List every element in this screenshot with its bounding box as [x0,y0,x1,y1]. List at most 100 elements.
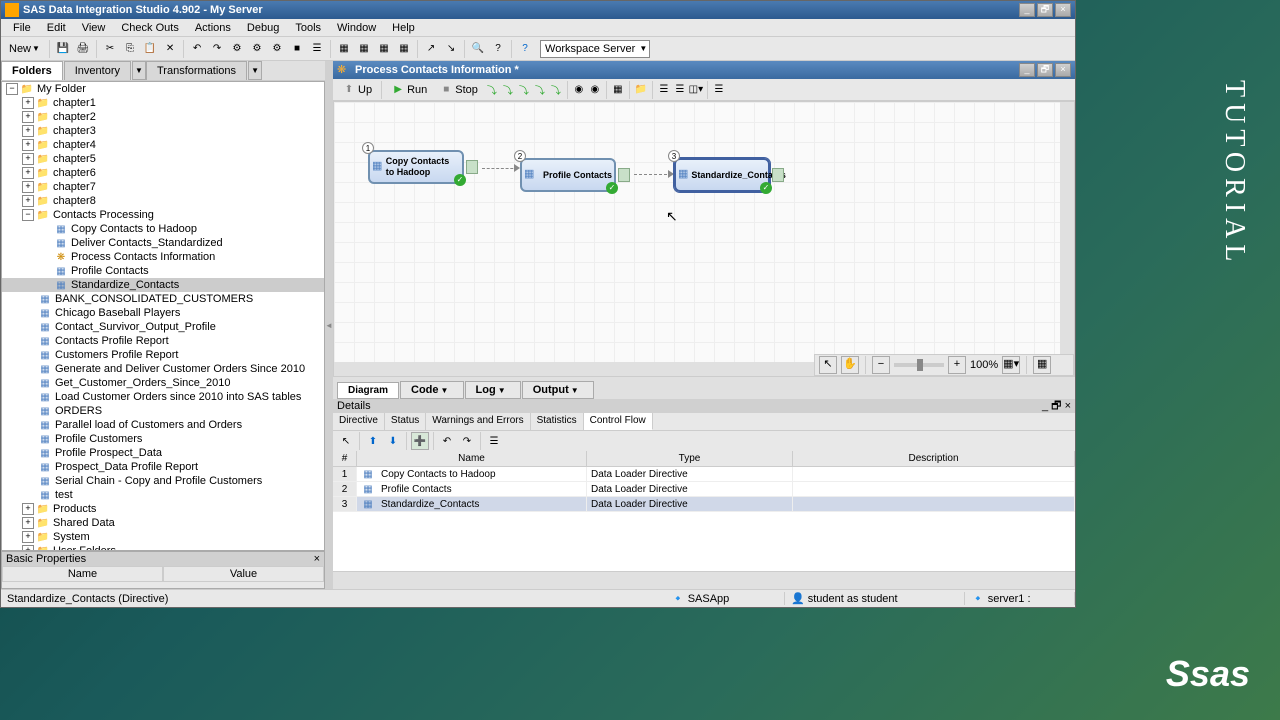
node-copy-contacts[interactable]: 1 ▦ Copy Contacts to Hadoop ✓ [368,150,464,184]
dtab-statistics[interactable]: Statistics [531,413,584,430]
stop-button[interactable]: ■Stop [434,81,483,99]
tool-icon[interactable]: ◉ [572,83,586,97]
redo-icon[interactable]: ↷ [208,40,226,58]
tool-icon[interactable]: ⚙ [228,40,246,58]
tree-folder[interactable]: +📁chapter4 [2,138,324,152]
workspace-server-combo[interactable]: Workspace Server [540,40,650,58]
col-type[interactable]: Type [587,451,793,466]
list-icon[interactable]: ☰ [485,432,503,450]
tree-folder[interactable]: +📁chapter6 [2,166,324,180]
tree-item[interactable]: ▦test [2,488,324,502]
tool-icon[interactable]: ▦ [395,40,413,58]
list-icon[interactable]: ☰ [308,40,326,58]
paste-icon[interactable]: 📋 [141,40,159,58]
overview-icon[interactable]: ▦ [1033,356,1051,374]
tree-item[interactable]: ▦Deliver Contacts_Standardized [2,236,324,250]
tree-folder[interactable]: +📁chapter7 [2,180,324,194]
tool-icon[interactable]: ◫▾ [689,83,703,97]
tab-diagram[interactable]: Diagram [337,382,399,399]
output-port[interactable] [618,168,630,182]
tab-output[interactable]: Output▼ [522,381,594,399]
copy-icon[interactable]: ⎘ [121,40,139,58]
help-icon[interactable]: ? [489,40,507,58]
menu-help[interactable]: Help [384,20,423,36]
tool-icon[interactable]: ▦ [611,83,625,97]
tree-item[interactable]: ▦Get_Customer_Orders_Since_2010 [2,376,324,390]
menu-debug[interactable]: Debug [239,20,287,36]
print-icon[interactable]: 🖨 [74,40,92,58]
table-row[interactable]: 1▦Copy Contacts to HadoopData Loader Dir… [333,467,1075,482]
details-min-icon[interactable]: _ [1042,400,1048,412]
table-row[interactable]: 3▦Standardize_ContactsData Loader Direct… [333,497,1075,512]
output-port[interactable] [772,168,784,182]
node-profile-contacts[interactable]: 2 ▦ Profile Contacts ✓ [520,158,616,192]
tree-folder[interactable]: +📁chapter8 [2,194,324,208]
tool-icon[interactable]: ▦ [335,40,353,58]
node-standardize-contacts[interactable]: 3 ▦ Standardize_Contacts ✓ [674,158,770,192]
tree-folder[interactable]: +📁Shared Data [2,516,324,530]
down-icon[interactable]: ⬇ [384,432,402,450]
tool-icon[interactable]: ◉ [588,83,602,97]
up-icon[interactable]: ⬆ [364,432,382,450]
menu-view[interactable]: View [74,20,114,36]
col-name[interactable]: Name [357,451,587,466]
tree-item[interactable]: ▦Chicago Baseball Players [2,306,324,320]
tool-icon[interactable]: 📁 [634,83,648,97]
editor-close-button[interactable]: × [1055,63,1071,77]
tool-icon[interactable]: ☰ [712,83,726,97]
tab-inventory[interactable]: Inventory [64,61,131,80]
tool-icon[interactable]: ▦ [375,40,393,58]
splitter[interactable] [325,61,333,589]
menu-edit[interactable]: Edit [39,20,74,36]
tab-transformations[interactable]: Transformations [146,61,247,80]
zoom-slider[interactable] [894,363,944,367]
pointer-icon[interactable]: ↖ [337,432,355,450]
cut-icon[interactable]: ✂ [101,40,119,58]
add-icon[interactable]: ➕ [411,432,429,450]
tree-item[interactable]: ▦Profile Customers [2,432,324,446]
tool-icon[interactable]: ↗ [422,40,440,58]
up-button[interactable]: ⬆Up [337,81,377,99]
dtab-directive[interactable]: Directive [333,413,385,430]
tree-folder[interactable]: +📁chapter5 [2,152,324,166]
tab-code[interactable]: Code▼ [400,381,464,399]
tree-folder[interactable]: +📁chapter1 [2,96,324,110]
tab-dropdown[interactable]: ▼ [248,61,262,80]
tool-icon[interactable]: ⚙ [268,40,286,58]
tool-icon[interactable]: ↘ [442,40,460,58]
step-icon[interactable]: ⤵ [501,83,515,97]
tool-icon[interactable]: ⚙ [248,40,266,58]
tree-item[interactable]: ▦Profile Contacts [2,264,324,278]
tree-folder[interactable]: +📁chapter2 [2,110,324,124]
tab-log[interactable]: Log▼ [465,381,521,399]
help-icon[interactable]: ? [516,40,534,58]
table-row[interactable]: 2▦Profile ContactsData Loader Directive [333,482,1075,497]
hand-icon[interactable]: ✋ [841,356,859,374]
details-close-icon[interactable]: × [1065,400,1071,412]
tree-item[interactable]: ▦Serial Chain - Copy and Profile Custome… [2,474,324,488]
details-max-icon[interactable]: 🗗 [1051,400,1061,412]
step-icon[interactable]: ⤵ [517,83,531,97]
tab-folders[interactable]: Folders [1,61,63,80]
undo-icon[interactable]: ↶ [438,432,456,450]
tree-folder[interactable]: +📁chapter3 [2,124,324,138]
tool-icon[interactable]: ▦ [355,40,373,58]
dtab-status[interactable]: Status [385,413,426,430]
new-button[interactable]: New▼ [5,43,45,55]
zoom-out-icon[interactable]: − [872,356,890,374]
menu-file[interactable]: File [5,20,39,36]
tree-folder[interactable]: +📁User Folders [2,544,324,551]
tree-item[interactable]: ▦Standardize_Contacts [2,278,324,292]
tree-item[interactable]: ▦BANK_CONSOLIDATED_CUSTOMERS [2,292,324,306]
redo-icon[interactable]: ↷ [458,432,476,450]
menu-actions[interactable]: Actions [187,20,239,36]
tree-item[interactable]: ❋Process Contacts Information [2,250,324,264]
save-icon[interactable]: 💾 [54,40,72,58]
tree-item[interactable]: ▦Generate and Deliver Customer Orders Si… [2,362,324,376]
menu-window[interactable]: Window [329,20,384,36]
step-icon[interactable]: ⤵ [533,83,547,97]
col-num[interactable]: # [333,451,357,466]
tree-item[interactable]: ▦Copy Contacts to Hadoop [2,222,324,236]
close-button[interactable]: × [1055,3,1071,17]
dtab-control-flow[interactable]: Control Flow [584,413,653,430]
